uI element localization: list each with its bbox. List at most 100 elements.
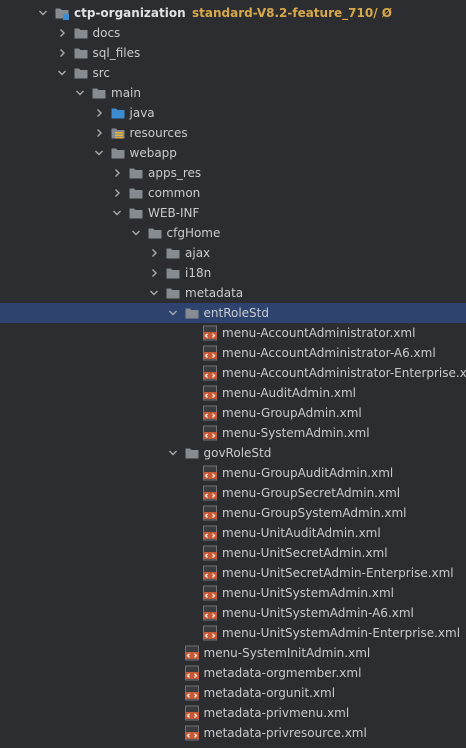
chevron-down-icon[interactable] <box>168 308 178 318</box>
xml-file-icon <box>184 665 200 681</box>
tree-item-label: metadata <box>185 286 244 300</box>
chevron-right-icon[interactable] <box>94 108 104 118</box>
tree-file-row[interactable]: menu-SystemAdmin.xml <box>0 423 466 443</box>
chevron-right-icon[interactable] <box>112 168 122 178</box>
folder-icon <box>110 145 126 161</box>
xml-file-icon <box>202 465 218 481</box>
chevron-right-icon[interactable] <box>149 268 159 278</box>
tree-file-row[interactable]: menu-UnitSystemAdmin-A6.xml <box>0 603 466 623</box>
tree-item-label: menu-GroupAuditAdmin.xml <box>222 466 394 480</box>
tree-folder-row[interactable]: sql_files <box>0 43 466 63</box>
tree-file-row[interactable]: menu-UnitAuditAdmin.xml <box>0 523 466 543</box>
chevron-right-icon[interactable] <box>57 48 67 58</box>
project-tree: ctp-organization standard-V8.2-feature_71… <box>0 0 466 748</box>
chevron-right-icon[interactable] <box>149 248 159 258</box>
chevron-down-icon[interactable] <box>131 228 141 238</box>
xml-file-icon <box>184 705 200 721</box>
chevron-down-icon[interactable] <box>57 68 67 78</box>
xml-file-icon <box>202 385 218 401</box>
tree-item-label: WEB-INF <box>148 206 200 220</box>
xml-file-icon <box>202 505 218 521</box>
tree-item-label: menu-UnitSecretAdmin-Enterprise.xml <box>222 566 454 580</box>
tree-folder-row[interactable]: webapp <box>0 143 466 163</box>
source-folder-icon <box>110 105 126 121</box>
tree-folder-row[interactable]: WEB-INF <box>0 203 466 223</box>
folder-icon <box>73 25 89 41</box>
tree-item-label: main <box>111 86 141 100</box>
folder-icon <box>184 305 200 321</box>
xml-file-icon <box>202 325 218 341</box>
xml-file-icon <box>202 405 218 421</box>
tree-folder-row[interactable]: java <box>0 103 466 123</box>
xml-file-icon <box>202 525 218 541</box>
tree-folder-row[interactable]: govRoleStd <box>0 443 466 463</box>
tree-file-row[interactable]: metadata-privmenu.xml <box>0 703 466 723</box>
tree-folder-row[interactable]: apps_res <box>0 163 466 183</box>
tree-folder-row[interactable]: common <box>0 183 466 203</box>
tree-file-row[interactable]: menu-AuditAdmin.xml <box>0 383 466 403</box>
folder-icon <box>128 205 144 221</box>
tree-folder-row[interactable]: main <box>0 83 466 103</box>
folder-icon <box>184 445 200 461</box>
tree-file-row[interactable]: menu-AccountAdministrator-Enterprise.xml <box>0 363 466 383</box>
folder-icon <box>147 225 163 241</box>
chevron-right-icon[interactable] <box>57 28 67 38</box>
tree-item-label: menu-UnitSystemAdmin-Enterprise.xml <box>222 626 461 640</box>
module-folder-icon <box>54 5 70 21</box>
tree-item-label: menu-UnitAuditAdmin.xml <box>222 526 381 540</box>
tree-item-label: src <box>92 66 111 80</box>
tree-file-row[interactable]: menu-UnitSystemAdmin.xml <box>0 583 466 603</box>
tree-folder-row[interactable]: docs <box>0 23 466 43</box>
tree-item-label: java <box>129 106 155 120</box>
folder-icon <box>128 185 144 201</box>
folder-icon <box>91 85 107 101</box>
chevron-down-icon[interactable] <box>38 8 48 18</box>
folder-icon <box>73 45 89 61</box>
tree-item-label: menu-SystemAdmin.xml <box>222 426 370 440</box>
tree-folder-row[interactable]: resources <box>0 123 466 143</box>
tree-item-label: apps_res <box>148 166 202 180</box>
tree-item-label: menu-GroupAdmin.xml <box>222 406 362 420</box>
tree-item-label: i18n <box>185 266 212 280</box>
tree-item-label: menu-GroupSystemAdmin.xml <box>222 506 407 520</box>
chevron-down-icon[interactable] <box>94 148 104 158</box>
tree-item-label: menu-SystemInitAdmin.xml <box>203 646 371 660</box>
tree-file-row[interactable]: menu-GroupAuditAdmin.xml <box>0 463 466 483</box>
xml-file-icon <box>202 585 218 601</box>
tree-file-row[interactable]: menu-GroupSecretAdmin.xml <box>0 483 466 503</box>
tree-item-label: menu-AuditAdmin.xml <box>222 386 357 400</box>
tree-file-row[interactable]: menu-AccountAdministrator.xml <box>0 323 466 343</box>
chevron-right-icon[interactable] <box>112 188 122 198</box>
tree-file-row[interactable]: menu-UnitSecretAdmin.xml <box>0 543 466 563</box>
tree-folder-row[interactable]: ajax <box>0 243 466 263</box>
tree-file-row[interactable]: menu-UnitSecretAdmin-Enterprise.xml <box>0 563 466 583</box>
tree-file-row[interactable]: metadata-orgmember.xml <box>0 663 466 683</box>
tree-file-row[interactable]: menu-AccountAdministrator-A6.xml <box>0 343 466 363</box>
tree-item-label: webapp <box>129 146 177 160</box>
tree-folder-row[interactable]: entRoleStd <box>0 303 466 323</box>
chevron-down-icon[interactable] <box>75 88 85 98</box>
tree-folder-row[interactable]: i18n <box>0 263 466 283</box>
resources-folder-icon <box>110 125 126 141</box>
tree-item-label: metadata-privmenu.xml <box>203 706 350 720</box>
tree-file-row[interactable]: menu-SystemInitAdmin.xml <box>0 643 466 663</box>
xml-file-icon <box>202 625 218 641</box>
tree-folder-row[interactable]: cfgHome <box>0 223 466 243</box>
tree-item-label: govRoleStd <box>203 446 272 460</box>
tree-folder-row[interactable]: ctp-organization standard-V8.2-feature_71… <box>0 3 466 23</box>
chevron-right-icon[interactable] <box>94 128 104 138</box>
chevron-down-icon[interactable] <box>168 448 178 458</box>
tree-item-label: docs <box>92 26 121 40</box>
tree-folder-row[interactable]: src <box>0 63 466 83</box>
chevron-down-icon[interactable] <box>112 208 122 218</box>
tree-item-label: menu-UnitSystemAdmin-A6.xml <box>222 606 414 620</box>
tree-file-row[interactable]: metadata-orgunit.xml <box>0 683 466 703</box>
tree-file-row[interactable]: menu-UnitSystemAdmin-Enterprise.xml <box>0 623 466 643</box>
tree-file-row[interactable]: menu-GroupAdmin.xml <box>0 403 466 423</box>
folder-icon <box>73 65 89 81</box>
tree-folder-row[interactable]: metadata <box>0 283 466 303</box>
tree-file-row[interactable]: metadata-privresource.xml <box>0 723 466 743</box>
chevron-down-icon[interactable] <box>149 288 159 298</box>
tree-file-row[interactable]: menu-GroupSystemAdmin.xml <box>0 503 466 523</box>
vcs-branch-label: standard-V8.2-feature_710/ Ø <box>192 6 392 20</box>
